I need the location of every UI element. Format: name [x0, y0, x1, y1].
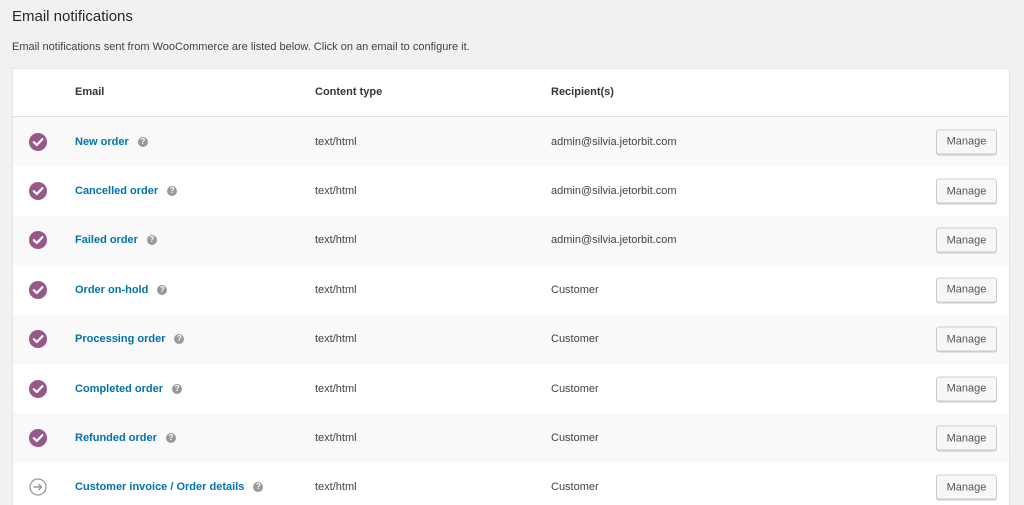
- check-circle-icon: [28, 230, 48, 250]
- column-header-recipients: Recipient(s): [551, 86, 614, 98]
- recipient-cell: admin@silvia.jetorbit.com: [551, 135, 677, 148]
- recipient-cell: Customer: [551, 333, 599, 346]
- page-title: Email notifications: [12, 8, 133, 25]
- content-type-cell: text/html: [315, 234, 357, 247]
- manage-button[interactable]: Manage: [936, 227, 997, 253]
- table-row: Customer invoice / Order details? text/ht…: [13, 463, 1009, 505]
- email-name-label: Processing order: [75, 333, 166, 346]
- content-type-cell: text/html: [315, 185, 357, 198]
- help-icon[interactable]: ?: [157, 284, 168, 295]
- email-name-link[interactable]: Refunded order?: [75, 432, 176, 444]
- email-name-link[interactable]: Processing order?: [75, 333, 185, 346]
- check-circle-icon: [28, 428, 48, 448]
- table-row: Processing order? text/html Customer Manage: [13, 314, 1009, 364]
- help-icon[interactable]: ?: [172, 383, 183, 394]
- email-name-link[interactable]: Order on-hold?: [75, 283, 168, 296]
- help-icon[interactable]: ?: [146, 235, 157, 246]
- manage-button[interactable]: Manage: [936, 425, 997, 451]
- table-body: New order? text/html admin@silvia.jetorbit…: [13, 117, 1009, 505]
- manage-button[interactable]: Manage: [936, 376, 997, 402]
- content-type-cell: text/html: [315, 481, 357, 494]
- recipient-cell: admin@silvia.jetorbit.com: [551, 234, 677, 247]
- recipient-cell: Customer: [551, 432, 599, 445]
- check-circle-icon: [28, 379, 48, 399]
- email-name-label: Refunded order: [75, 432, 157, 445]
- table-row: Completed order? text/html Customer Manage: [13, 364, 1009, 413]
- check-circle-icon: [28, 329, 48, 349]
- recipient-cell: Customer: [551, 283, 599, 296]
- recipient-cell: admin@silvia.jetorbit.com: [551, 185, 677, 198]
- check-circle-icon: [28, 132, 48, 152]
- table-row: New order? text/html admin@silvia.jetorbit…: [13, 117, 1009, 167]
- content-type-cell: text/html: [315, 135, 357, 148]
- manage-button[interactable]: Manage: [936, 178, 997, 204]
- table-header: Email Content type Recipient(s): [13, 69, 1009, 117]
- table-row: Refunded order? text/html Customer Manage: [13, 413, 1009, 463]
- help-icon[interactable]: ?: [174, 334, 185, 345]
- column-header-content-type: Content type: [315, 86, 383, 98]
- email-notifications-table: Email Content type Recipient(s) New orde…: [12, 68, 1010, 505]
- email-notifications-page: Email notifications Email notifications …: [0, 0, 1024, 505]
- email-name-link[interactable]: Customer invoice / Order details?: [75, 481, 264, 494]
- manage-button[interactable]: Manage: [936, 277, 997, 303]
- email-name-link[interactable]: New order?: [75, 136, 148, 148]
- email-name-label: Cancelled order: [75, 185, 159, 198]
- email-name-label: New order: [75, 135, 129, 148]
- manage-button[interactable]: Manage: [936, 129, 997, 155]
- check-circle-icon: [28, 181, 48, 201]
- recipient-cell: Customer: [551, 382, 599, 395]
- email-name-label: Order on-hold: [75, 283, 149, 296]
- content-type-cell: text/html: [315, 283, 357, 296]
- table-row: Cancelled order? text/html admin@silvia.je…: [13, 166, 1009, 215]
- check-circle-icon: [28, 280, 48, 300]
- email-name-link[interactable]: Completed order?: [75, 382, 183, 395]
- column-header-email: Email: [75, 86, 105, 98]
- help-icon[interactable]: ?: [165, 433, 176, 444]
- content-type-cell: text/html: [315, 382, 357, 395]
- manage-button[interactable]: Manage: [936, 326, 997, 352]
- table-row: Failed order? text/html admin@silvia.jetor…: [13, 215, 1009, 266]
- email-name-label: Failed order: [75, 234, 138, 247]
- help-icon[interactable]: ?: [137, 136, 148, 147]
- content-type-cell: text/html: [315, 333, 357, 346]
- page-description: Email notifications sent from WooCommerc…: [12, 41, 470, 53]
- email-name-label: Completed order: [75, 382, 164, 395]
- email-name-link[interactable]: Cancelled order?: [75, 185, 178, 198]
- help-icon[interactable]: ?: [253, 482, 264, 493]
- content-type-cell: text/html: [315, 432, 357, 445]
- email-name-label: Customer invoice / Order details: [75, 481, 245, 494]
- email-name-link[interactable]: Failed order?: [75, 234, 157, 246]
- manage-button[interactable]: Manage: [936, 474, 997, 500]
- table-row: Order on-hold? text/html Customer Manage: [13, 265, 1009, 314]
- help-icon[interactable]: ?: [167, 186, 178, 197]
- arrow-right-circle-icon: [28, 477, 48, 497]
- recipient-cell: Customer: [551, 481, 599, 494]
